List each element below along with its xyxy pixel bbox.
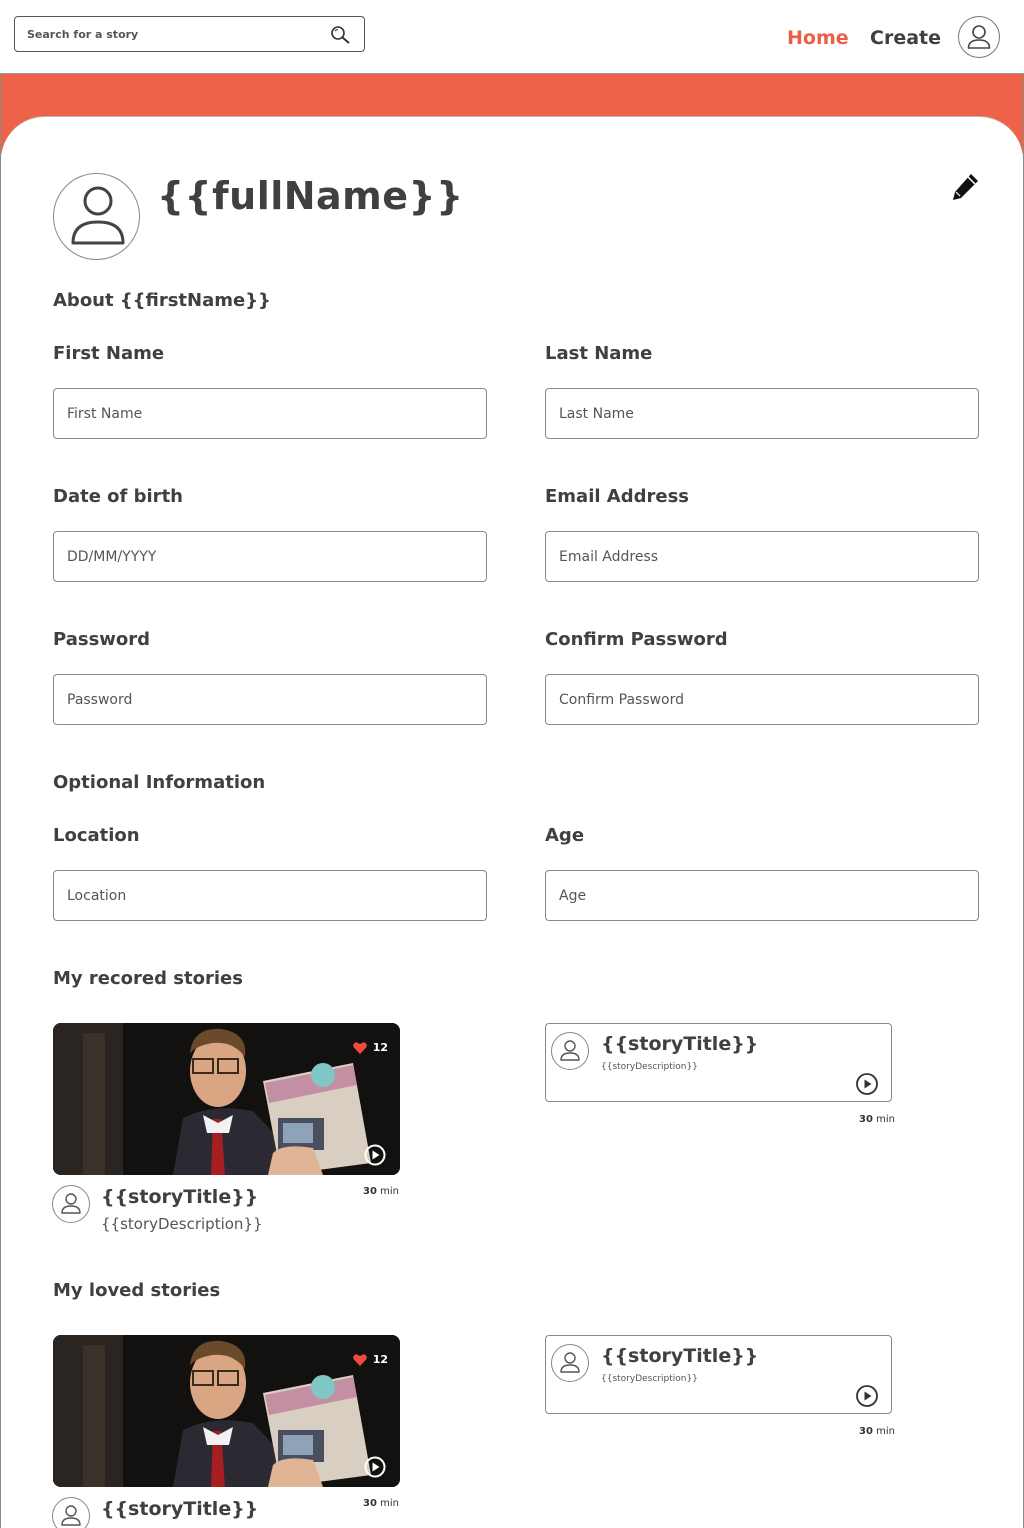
last-name-field[interactable]: Last Name <box>545 388 979 439</box>
story-duration: 30 min <box>859 1426 895 1437</box>
play-icon[interactable] <box>855 1072 879 1096</box>
confirm-password-label: Confirm Password <box>545 629 728 650</box>
story-description: {{storyDescription}} <box>101 1215 263 1233</box>
nav-home-link[interactable]: Home <box>787 27 849 49</box>
first-name-field[interactable]: First Name <box>53 388 487 439</box>
last-name-placeholder: Last Name <box>559 406 634 422</box>
story-title: {{storyTitle}} <box>601 1033 759 1055</box>
pencil-icon[interactable] <box>949 171 981 203</box>
email-placeholder: Email Address <box>559 549 659 565</box>
search-input[interactable]: Search for a story <box>14 16 365 52</box>
age-field[interactable]: Age <box>545 870 979 921</box>
story-author-avatar[interactable] <box>551 1344 589 1382</box>
story-author-avatar[interactable] <box>551 1032 589 1070</box>
location-label: Location <box>53 825 140 846</box>
email-label: Email Address <box>545 486 690 507</box>
story-title[interactable]: {{storyTitle}} <box>101 1186 258 1208</box>
user-icon <box>560 1040 580 1061</box>
top-nav-bar: Search for a story Home Create <box>0 0 1024 74</box>
story-title: {{storyTitle}} <box>601 1345 759 1367</box>
like-count: 12 <box>372 1041 388 1054</box>
play-icon[interactable] <box>855 1384 879 1408</box>
confirm-password-field[interactable]: Confirm Password <box>545 674 979 725</box>
first-name-placeholder: First Name <box>67 406 143 422</box>
story-thumbnail[interactable]: 12 <box>53 1335 400 1487</box>
user-icon <box>967 25 991 49</box>
first-name-label: First Name <box>53 343 165 364</box>
user-icon <box>61 1193 81 1214</box>
story-author-avatar[interactable] <box>52 1497 90 1528</box>
recorded-stories-heading: My recored stories <box>53 968 243 989</box>
duration-unit: min <box>876 1426 895 1437</box>
story-duration: 30 min <box>363 1186 399 1197</box>
story-description: {{storyDescription}} <box>601 1374 698 1384</box>
age-placeholder: Age <box>559 888 587 904</box>
heart-icon <box>352 1041 367 1054</box>
play-icon[interactable] <box>364 1456 386 1478</box>
story-description: {{storyDescription}} <box>601 1062 698 1072</box>
profile-full-name: {{fullName}} <box>157 174 464 218</box>
dob-placeholder: DD/MM/YYYY <box>67 549 157 565</box>
story-duration: 30 min <box>859 1114 895 1125</box>
story-title[interactable]: {{storyTitle}} <box>101 1498 258 1520</box>
search-placeholder: Search for a story <box>27 28 139 41</box>
duration-value: 30 <box>363 1498 377 1509</box>
password-field[interactable]: Password <box>53 674 487 725</box>
confirm-password-placeholder: Confirm Password <box>559 692 685 708</box>
user-icon <box>61 1505 81 1526</box>
profile-card <box>1 116 1023 1528</box>
user-icon <box>560 1352 580 1373</box>
location-placeholder: Location <box>67 888 127 904</box>
search-icon[interactable] <box>330 25 352 45</box>
password-placeholder: Password <box>67 692 133 708</box>
story-author-avatar[interactable] <box>52 1185 90 1223</box>
user-icon <box>71 186 125 245</box>
last-name-label: Last Name <box>545 343 653 364</box>
loved-stories-heading: My loved stories <box>53 1280 221 1301</box>
profile-avatar <box>53 173 140 260</box>
age-label: Age <box>545 825 585 846</box>
like-count: 12 <box>372 1353 388 1366</box>
story-photo <box>53 1335 400 1487</box>
dob-field[interactable]: DD/MM/YYYY <box>53 531 487 582</box>
play-icon[interactable] <box>364 1144 386 1166</box>
heart-icon <box>352 1353 367 1366</box>
duration-unit: min <box>876 1114 895 1125</box>
duration-value: 30 <box>859 1426 873 1437</box>
duration-unit: min <box>380 1186 399 1197</box>
like-counter[interactable]: 12 <box>352 1353 388 1366</box>
like-counter[interactable]: 12 <box>352 1041 388 1054</box>
story-list-item[interactable]: {{storyTitle}} {{storyDescription}} <box>545 1023 892 1102</box>
optional-info-heading: Optional Information <box>53 772 266 793</box>
nav-create-link[interactable]: Create <box>870 27 941 49</box>
password-label: Password <box>53 629 151 650</box>
account-avatar-button[interactable] <box>958 16 1000 58</box>
story-photo <box>53 1023 400 1175</box>
story-duration: 30 min <box>363 1498 399 1509</box>
story-list-item[interactable]: {{storyTitle}} {{storyDescription}} <box>545 1335 892 1414</box>
duration-unit: min <box>380 1498 399 1509</box>
story-thumbnail[interactable]: 12 <box>53 1023 400 1175</box>
email-field[interactable]: Email Address <box>545 531 979 582</box>
location-field[interactable]: Location <box>53 870 487 921</box>
about-heading: About {{firstName}} <box>53 290 271 311</box>
duration-value: 30 <box>363 1186 377 1197</box>
dob-label: Date of birth <box>53 486 183 507</box>
duration-value: 30 <box>859 1114 873 1125</box>
